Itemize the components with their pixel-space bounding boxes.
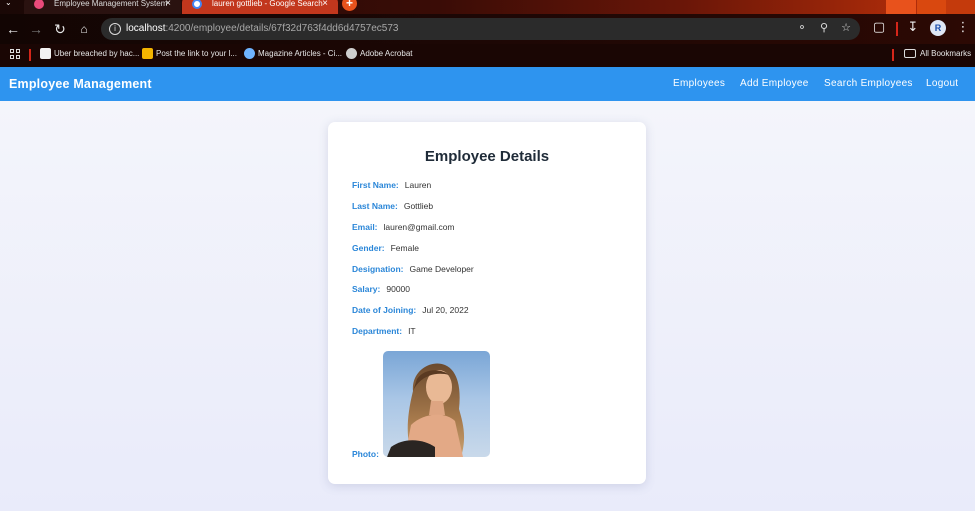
field-value: Game Developer (409, 264, 474, 274)
toolbar-divider (896, 22, 898, 36)
back-arrow-icon[interactable]: ← (4, 20, 22, 38)
bookmark-item[interactable]: Post the link to your l... (142, 48, 237, 59)
zoom-icon[interactable]: ⚲ (816, 21, 832, 34)
download-icon[interactable]: ↧ (904, 19, 922, 35)
apps-grid-icon[interactable] (10, 49, 21, 60)
field-label: Gender: (352, 243, 385, 253)
app-header: Employee Management Employees Add Employ… (0, 67, 975, 101)
home-icon[interactable]: ⌂ (75, 20, 93, 38)
field-value: lauren@gmail.com (383, 222, 455, 232)
bookmark-favicon-icon (142, 48, 153, 59)
bookmark-item[interactable]: Magazine Articles - Ci... (244, 48, 343, 59)
bookmark-favicon-icon (40, 48, 51, 59)
folder-icon (904, 49, 916, 58)
bookmark-divider (892, 49, 894, 61)
field-gender: Gender: Female (352, 243, 419, 253)
browser-tab-strip: ⌄ Employee Management System × lauren go… (0, 0, 975, 14)
site-info-icon[interactable]: i (109, 23, 121, 35)
close-tab-icon[interactable]: × (322, 0, 328, 9)
photo-label: Photo: (352, 449, 379, 459)
bookmark-item[interactable]: Uber breached by hac... (40, 48, 140, 59)
main-content: Employee Details First Name: Lauren Last … (0, 101, 975, 511)
address-bar[interactable]: i localhost:4200/employee/details/67f32d… (101, 18, 860, 40)
field-label: Date of Joining: (352, 305, 417, 315)
browser-toolbar: ← → ↻ ⌂ i localhost:4200/employee/detail… (0, 14, 975, 44)
field-label: First Name: (352, 180, 399, 190)
field-value: Lauren (404, 180, 432, 190)
field-value: Gottlieb (403, 201, 434, 211)
close-window-button[interactable] (946, 0, 975, 14)
bookmarks-bar: Uber breached by hac... Post the link to… (0, 44, 975, 67)
field-label: Email: (352, 222, 378, 232)
url-host: localhost (126, 23, 166, 34)
tab-title: lauren gottlieb - Google Search (212, 0, 323, 8)
field-label: Department: (352, 326, 403, 336)
nav-employees[interactable]: Employees (673, 78, 725, 89)
forward-arrow-icon[interactable]: → (27, 20, 45, 38)
field-department: Department: IT (352, 326, 416, 336)
field-salary: Salary: 90000 (352, 284, 410, 294)
password-key-icon[interactable]: ⚬ (794, 21, 810, 34)
bookmark-divider (29, 49, 31, 61)
field-first-name: First Name: Lauren (352, 180, 431, 190)
field-label: Salary: (352, 284, 381, 294)
field-value: Female (390, 243, 419, 253)
minimize-button[interactable] (886, 0, 916, 14)
field-label: Designation: (352, 264, 404, 274)
new-tab-button[interactable]: + (342, 0, 357, 11)
nav-add-employee[interactable]: Add Employee (740, 78, 809, 89)
close-tab-icon[interactable]: × (165, 0, 171, 9)
bookmark-label: Adobe Acrobat (360, 49, 413, 58)
employee-photo (383, 351, 490, 457)
field-email: Email: lauren@gmail.com (352, 222, 455, 232)
bookmark-item[interactable]: Adobe Acrobat (346, 48, 413, 59)
employee-details-card: Employee Details First Name: Lauren Last … (328, 122, 646, 484)
card-title: Employee Details (424, 148, 550, 165)
brand-title[interactable]: Employee Management (9, 77, 152, 91)
field-value: Jul 20, 2022 (422, 305, 469, 315)
bookmark-label: Magazine Articles - Ci... (258, 49, 343, 58)
url-path: :4200/employee/details/67f32d763f4dd6d47… (165, 23, 399, 34)
bookmark-label: Post the link to your l... (156, 49, 237, 58)
tab-employee-management[interactable]: Employee Management System × (24, 0, 181, 14)
field-value: 90000 (386, 284, 410, 294)
tab-search-chevron-icon[interactable]: ⌄ (5, 0, 12, 7)
field-last-name: Last Name: Gottlieb (352, 201, 433, 211)
all-bookmarks-label: All Bookmarks (920, 49, 972, 58)
nav-search-employees[interactable]: Search Employees (824, 78, 913, 89)
tab-google-search[interactable]: lauren gottlieb - Google Search × (182, 0, 338, 14)
tab-favicon-icon (34, 0, 44, 9)
all-bookmarks-button[interactable]: All Bookmarks (904, 49, 971, 58)
bookmark-label: Uber breached by hac... (54, 49, 140, 58)
field-designation: Designation: Game Developer (352, 264, 474, 274)
field-value: IT (408, 326, 416, 336)
nav-logout[interactable]: Logout (926, 78, 958, 89)
cloud-icon (244, 48, 255, 59)
extensions-icon[interactable]: ▢ (870, 19, 888, 35)
profile-avatar[interactable]: R (930, 20, 946, 36)
url-text: localhost:4200/employee/details/67f32d76… (126, 23, 398, 34)
portrait-image (387, 363, 465, 457)
menu-kebab-icon[interactable]: ⋮ (954, 19, 972, 35)
reload-icon[interactable]: ↻ (51, 20, 69, 38)
google-favicon-icon (192, 0, 202, 9)
field-label: Last Name: (352, 201, 398, 211)
bookmark-star-icon[interactable]: ☆ (838, 21, 854, 34)
field-date-of-joining: Date of Joining: Jul 20, 2022 (352, 305, 469, 315)
maximize-button[interactable] (917, 0, 947, 14)
tab-title: Employee Management System (54, 0, 168, 8)
globe-icon (346, 48, 357, 59)
